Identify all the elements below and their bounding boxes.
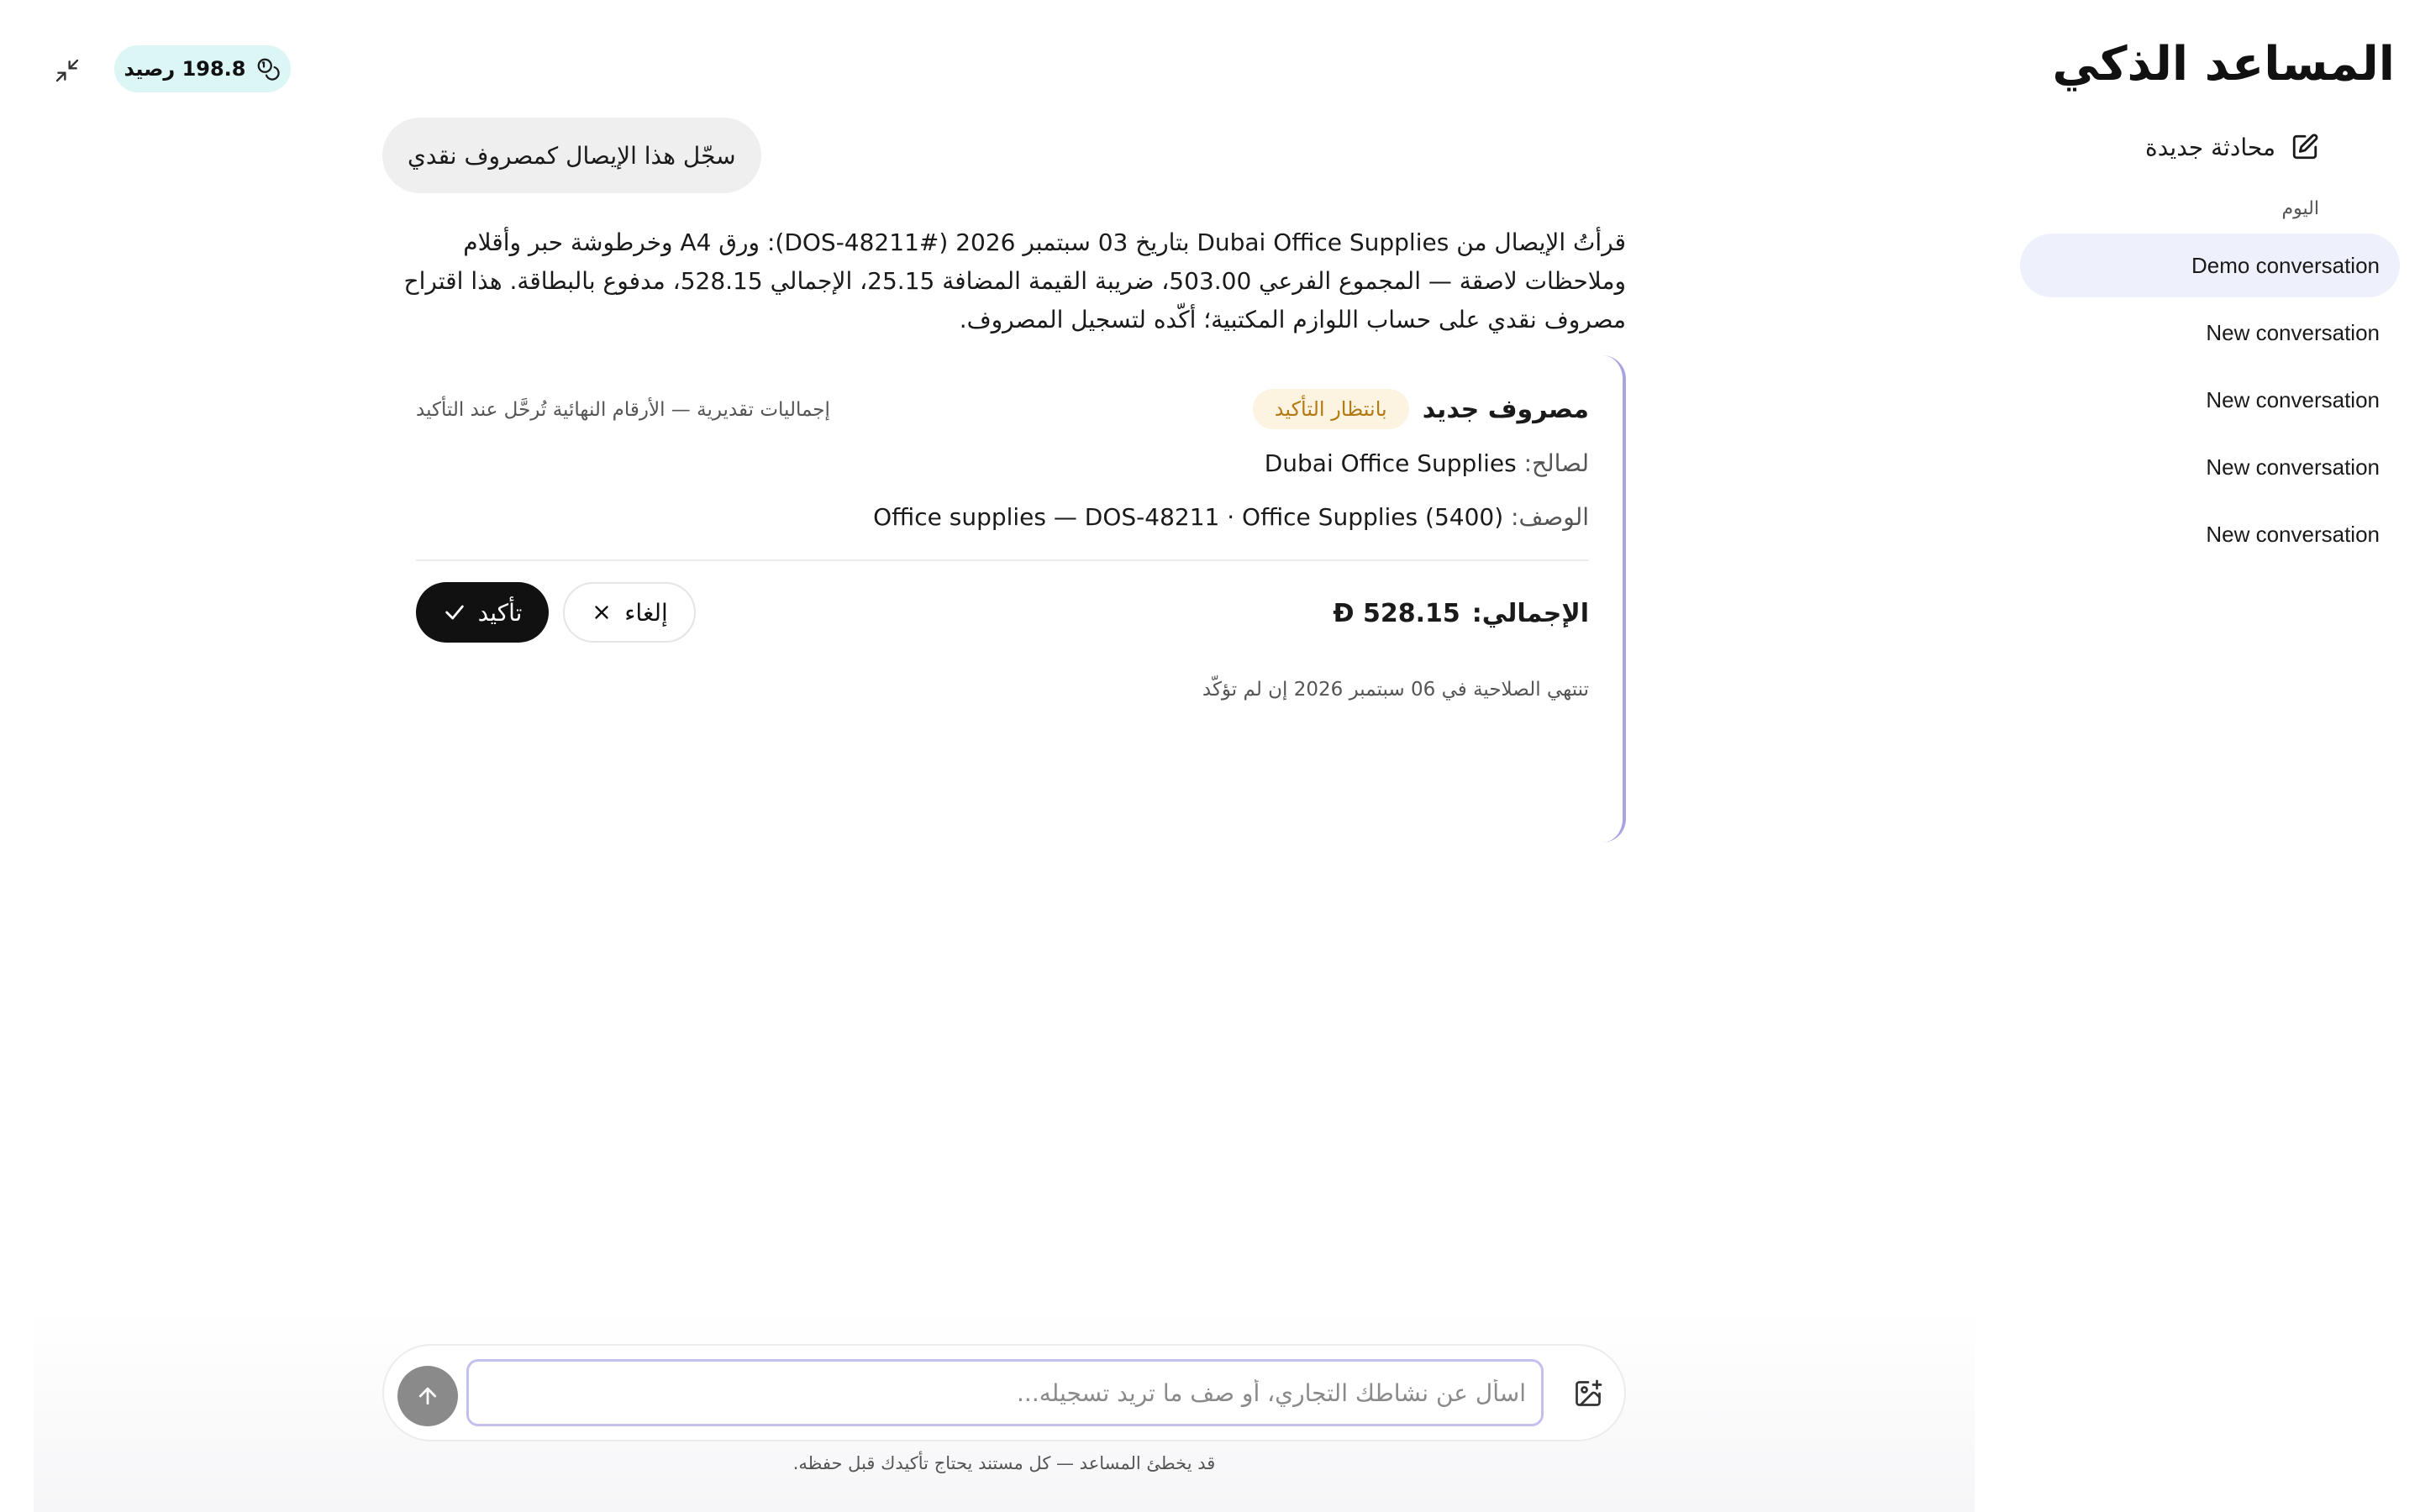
section-label-today: اليوم xyxy=(2281,198,2319,219)
app-root: المساعد الذكي محادثة جديدة اليوم Demo co… xyxy=(0,0,2420,1512)
disclaimer: قد يخطئ المساعد — كل مستند يحتاج تأكيدك … xyxy=(792,1453,1216,1473)
credits-text: 198.8 رصيد xyxy=(124,57,246,81)
description-label: الوصف: xyxy=(1511,503,1589,531)
sidebar: المساعد الذكي محادثة جديدة اليوم Demo co… xyxy=(2000,0,2420,1512)
message-input[interactable] xyxy=(466,1359,1544,1426)
total-value: 528.15 xyxy=(1362,599,1460,628)
confirm-label: تأكيد xyxy=(477,598,523,627)
collapse-icon xyxy=(55,59,79,82)
conversation-list: Demo conversation New conversation New c… xyxy=(2020,234,2400,570)
conversation-item[interactable]: New conversation xyxy=(2020,301,2400,365)
credits-badge[interactable]: 198.8 رصيد xyxy=(114,45,291,92)
total-label: الإجمالي: xyxy=(1471,599,1589,628)
estimate-note: إجماليات تقديرية — الأرقام النهائية تُرح… xyxy=(416,399,830,421)
conversation-item[interactable]: New conversation xyxy=(2020,368,2400,432)
new-chat-label: محادثة جديدة xyxy=(2145,133,2275,161)
app-title: المساعد الذكي xyxy=(2052,37,2395,92)
composer xyxy=(382,1344,1626,1441)
vendor-value: Dubai Office Supplies xyxy=(1264,449,1517,477)
currency-symbol: Đ xyxy=(1333,599,1355,628)
coins-icon xyxy=(258,58,281,81)
collapse-button[interactable] xyxy=(49,52,86,89)
expense-card-header: مصروف جديد بانتظار التأكيد xyxy=(1252,389,1589,429)
expiry-note: تنتهي الصلاحية في 06 سبتمبر 2026 إن لم ت… xyxy=(1202,679,1589,701)
total-amount: Đ 528.15 xyxy=(1333,599,1460,628)
conversation-item[interactable]: New conversation xyxy=(2020,435,2400,499)
vendor-row: لصالح: Dubai Office Supplies xyxy=(1265,449,1589,477)
expense-card-title: مصروف جديد xyxy=(1422,394,1589,424)
close-icon xyxy=(595,606,608,619)
description-row: الوصف: Office supplies — DOS-48211 · Off… xyxy=(873,503,1589,531)
new-chat-button[interactable]: محادثة جديدة xyxy=(2145,133,2319,161)
vendor-label: لصالح: xyxy=(1523,449,1589,477)
send-button[interactable] xyxy=(397,1366,458,1426)
status-badge: بانتظار التأكيد xyxy=(1252,389,1409,429)
total-row: الإجمالي: Đ 528.15 xyxy=(1333,599,1589,628)
image-plus-icon xyxy=(1576,1379,1602,1406)
confirm-button[interactable]: تأكيد xyxy=(416,582,549,643)
arrow-up-icon xyxy=(418,1387,437,1405)
user-message-bubble: سجّل هذا الإيصال كمصروف نقدي xyxy=(382,118,761,193)
assistant-message: قرأتُ الإيصال من Dubai Office Supplies ب… xyxy=(403,228,1626,333)
divider xyxy=(416,559,1589,561)
conversation-item-active[interactable]: Demo conversation xyxy=(2020,234,2400,297)
description-value: Office supplies — DOS-48211 · Office Sup… xyxy=(873,503,1504,531)
edit-icon xyxy=(2292,134,2318,160)
conversation-item[interactable]: New conversation xyxy=(2020,502,2400,566)
check-icon xyxy=(445,605,464,620)
attach-image-button[interactable] xyxy=(1570,1376,1606,1411)
cancel-button[interactable]: إلغاء xyxy=(563,582,696,643)
cancel-label: إلغاء xyxy=(624,598,668,627)
expense-card: مصروف جديد بانتظار التأكيد إجماليات تقدي… xyxy=(382,355,1626,843)
